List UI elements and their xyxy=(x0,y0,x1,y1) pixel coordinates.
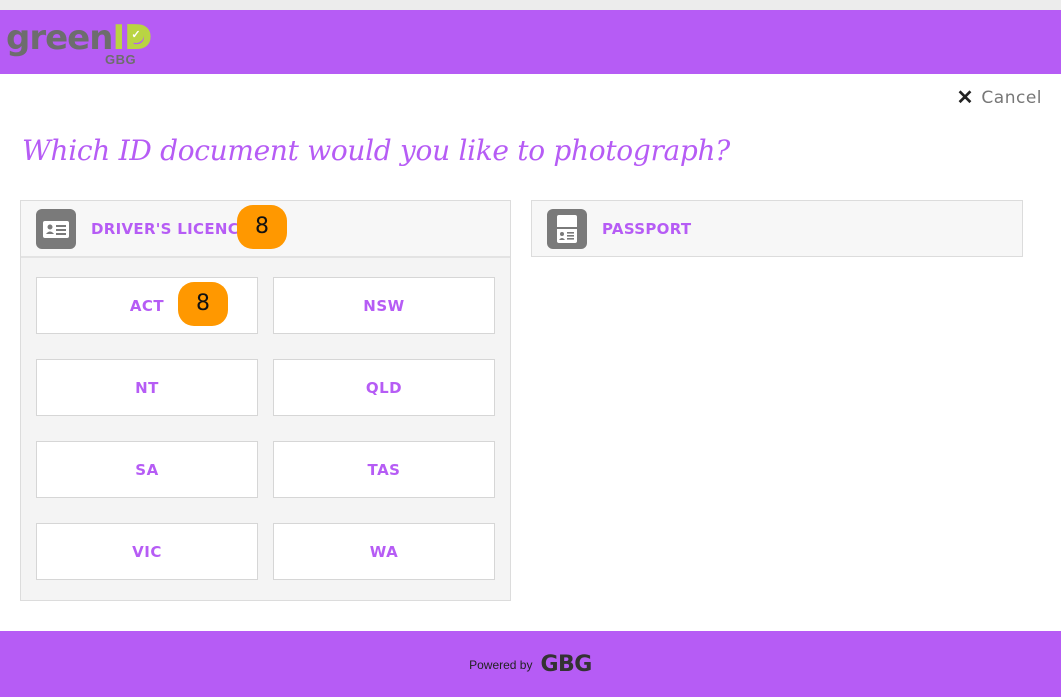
page-title: Which ID document would you like to phot… xyxy=(22,134,730,167)
state-label-qld: QLD xyxy=(365,378,403,397)
state-button-qld[interactable]: QLD xyxy=(273,359,495,416)
powered-by-text: Powered by xyxy=(469,658,533,672)
id-card-icon xyxy=(36,209,76,249)
state-button-tas[interactable]: TAS xyxy=(273,441,495,498)
cancel-button[interactable]: ✕ Cancel xyxy=(957,88,1042,108)
logo-subtitle: GBG xyxy=(105,52,137,67)
state-button-nsw[interactable]: NSW xyxy=(273,277,495,334)
close-icon: ✕ xyxy=(956,87,974,109)
state-label-wa: WA xyxy=(369,542,399,561)
state-label-nsw: NSW xyxy=(363,296,405,315)
drivers-licence-label: DRIVER'S LICENCE xyxy=(91,220,250,238)
state-label-vic: VIC xyxy=(132,542,162,561)
browser-top-strip xyxy=(0,0,1061,10)
app-footer: Powered by GBG xyxy=(0,631,1061,697)
state-button-vic[interactable]: VIC xyxy=(36,523,258,580)
gbg-logo: GBG xyxy=(540,651,592,677)
state-button-nt[interactable]: NT xyxy=(36,359,258,416)
state-button-sa[interactable]: SA xyxy=(36,441,258,498)
drivers-licence-badge: 8 xyxy=(237,205,287,249)
state-act-badge: 8 xyxy=(178,282,228,326)
state-label-sa: SA xyxy=(135,460,159,479)
cancel-label: Cancel xyxy=(981,88,1042,108)
state-label-nt: NT xyxy=(135,378,159,397)
state-label-tas: TAS xyxy=(367,460,401,479)
state-button-wa[interactable]: WA xyxy=(273,523,495,580)
check-circle-icon: ✓ xyxy=(128,27,144,43)
app-header: greenID ✓ GBG xyxy=(0,10,1061,74)
greenid-logo: greenID ✓ GBG xyxy=(6,18,156,67)
logo-text-green: green xyxy=(6,18,113,58)
passport-icon xyxy=(547,209,587,249)
drivers-licence-option[interactable]: DRIVER'S LICENCE 8 xyxy=(21,201,510,258)
state-label-act: ACT xyxy=(129,296,165,315)
passport-option[interactable]: PASSPORT xyxy=(531,200,1023,257)
drivers-licence-panel: DRIVER'S LICENCE 8 ACT 8 NSW NT QLD SA T… xyxy=(20,200,511,601)
passport-label: PASSPORT xyxy=(602,220,692,238)
